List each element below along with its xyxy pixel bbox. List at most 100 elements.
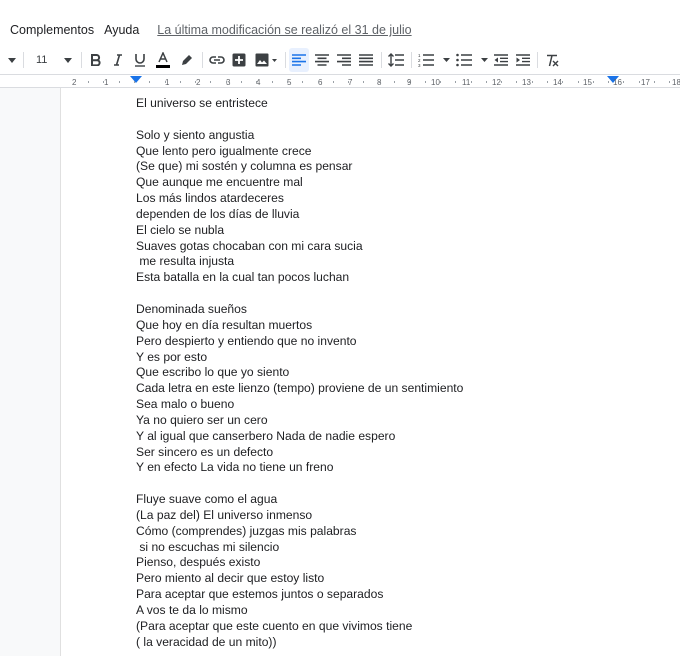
document-line: Ya no quiero ser un cero xyxy=(136,412,268,427)
ruler-minor-tick xyxy=(669,81,670,83)
document-line: Pero despierto y entiendo que no invento xyxy=(136,333,357,348)
ruler-minor-tick xyxy=(241,81,242,83)
last-edit-link[interactable]: La última modificación se realizó el 31 … xyxy=(157,23,411,37)
align-center-icon[interactable] xyxy=(312,48,332,72)
ruler-minor-tick xyxy=(180,81,181,83)
link-icon[interactable] xyxy=(207,48,227,72)
insert-image-icon[interactable] xyxy=(252,48,280,72)
ruler-tick-label: 18 xyxy=(672,78,680,87)
insert-comment-icon[interactable] xyxy=(230,48,248,72)
ruler-minor-tick xyxy=(165,81,166,83)
clear-formatting-icon[interactable] xyxy=(542,48,562,72)
ruler-minor-tick xyxy=(318,81,319,83)
ruler-minor-tick xyxy=(363,81,364,83)
document-line: Y al igual que canserbero Nada de nadie … xyxy=(136,428,396,443)
ruler-minor-tick xyxy=(532,81,533,83)
ruler-minor-tick xyxy=(608,81,609,83)
ruler-tick-label: 15 xyxy=(583,78,592,87)
ruler-minor-tick xyxy=(394,81,395,83)
document-line: Solo y siento angustia xyxy=(136,127,255,142)
bold-icon[interactable] xyxy=(88,48,104,72)
ruler-minor-tick xyxy=(226,81,227,83)
decrease-indent-icon[interactable] xyxy=(492,48,510,72)
ruler-tick-label: 16 xyxy=(613,78,622,87)
document-line: El universo se entristece xyxy=(136,96,268,110)
toolbar-divider xyxy=(381,52,382,68)
ruler-minor-tick xyxy=(210,81,211,83)
toolbar-divider xyxy=(202,52,203,68)
ruler-tick-label: 10 xyxy=(431,78,440,87)
ruler-tick-label: 1 xyxy=(104,78,109,87)
ruler-minor-tick xyxy=(379,81,380,83)
bulleted-list-icon[interactable] xyxy=(456,48,488,72)
document-body[interactable]: El universo se entristece Solo y siento a… xyxy=(136,96,463,651)
ruler-minor-tick xyxy=(516,81,517,83)
document-line xyxy=(136,476,463,492)
align-justify-icon[interactable] xyxy=(356,48,376,72)
document-line: Que lento pero igualmente crece xyxy=(136,143,312,158)
ruler-minor-tick xyxy=(654,81,655,83)
toolbar-divider xyxy=(285,52,286,68)
ruler-minor-tick xyxy=(119,81,120,83)
svg-text:3: 3 xyxy=(418,63,421,67)
numbered-list-icon[interactable]: 123 xyxy=(418,48,450,72)
toolbar-divider xyxy=(81,52,82,68)
toolbar-divider xyxy=(23,52,24,68)
menu-bar: Complementos Ayuda La última modificació… xyxy=(0,0,680,46)
document-line: El cielo se nubla xyxy=(136,222,225,237)
ruler-minor-tick xyxy=(195,81,196,83)
font-size-value: 11 xyxy=(36,54,48,66)
document-line: Los más lindos atardeceres xyxy=(136,191,284,206)
highlight-pen-icon[interactable] xyxy=(178,48,196,72)
document-line: Pienso, después existo xyxy=(136,555,261,570)
ruler-minor-tick xyxy=(256,81,257,83)
ruler-minor-tick xyxy=(348,81,349,83)
ruler-minor-tick xyxy=(302,81,303,83)
menu-ayuda[interactable]: Ayuda xyxy=(100,23,145,37)
ruler-minor-tick xyxy=(88,81,89,83)
document-line xyxy=(136,286,463,302)
ruler-minor-tick xyxy=(287,81,288,83)
document-line: si no escuchas mi silencio xyxy=(136,539,280,554)
document-line: Cada letra en este lienzo (tempo) provie… xyxy=(136,381,464,396)
document-line: (La paz del) El universo inmenso xyxy=(136,507,313,522)
text-color-icon[interactable] xyxy=(154,48,172,72)
document-line: Sea malo o bueno xyxy=(136,397,235,412)
font-size-select[interactable]: 11 xyxy=(28,48,76,72)
underline-icon[interactable] xyxy=(132,48,148,72)
italic-icon[interactable] xyxy=(110,48,126,72)
document-line: (Para aceptar que este cuento en que viv… xyxy=(136,618,413,633)
document-line: Esta batalla en la cual tan pocos luchan xyxy=(136,270,350,285)
document-line: Y es por esto xyxy=(136,349,208,364)
ruler-minor-tick xyxy=(547,81,548,83)
increase-indent-icon[interactable] xyxy=(514,48,532,72)
ruler-minor-tick xyxy=(455,81,456,83)
ruler-minor-tick xyxy=(623,81,624,83)
ruler[interactable]: 21123456789101112131415161718 xyxy=(0,75,680,88)
left-indent-marker-icon[interactable] xyxy=(130,76,142,84)
ruler-minor-tick xyxy=(486,81,487,83)
document-line: Para aceptar que estemos juntos o separa… xyxy=(136,587,384,602)
document-line: Fluye suave como el agua xyxy=(136,492,278,507)
ruler-minor-tick xyxy=(639,81,640,83)
document-line: Suaves gotas chocaban con mi cara sucia xyxy=(136,238,363,253)
ruler-minor-tick xyxy=(134,81,135,83)
document-line: ( la veracidad de un mito)) xyxy=(136,634,277,649)
ruler-minor-tick xyxy=(440,81,441,83)
document-line: Y en efecto La vida no tiene un freno xyxy=(136,460,334,475)
document-line: Que aunque me encuentre mal xyxy=(136,175,303,190)
document-line: Que hoy en día resultan muertos xyxy=(136,317,313,332)
document-line: Cómo (comprendes) juzgas mis palabras xyxy=(136,523,357,538)
document-line: me resulta injusta xyxy=(136,254,235,269)
ruler-minor-tick xyxy=(103,81,104,83)
ruler-tick-label: 2 xyxy=(196,78,201,87)
line-spacing-icon[interactable] xyxy=(386,48,406,72)
align-left-icon[interactable] xyxy=(289,48,309,72)
ruler-minor-tick xyxy=(471,81,472,83)
ruler-minor-tick xyxy=(501,81,502,83)
align-right-icon[interactable] xyxy=(334,48,354,72)
style-dropdown-arrow-icon[interactable] xyxy=(6,48,18,72)
ruler-minor-tick xyxy=(578,81,579,83)
menu-complementos[interactable]: Complementos xyxy=(0,23,100,37)
ruler-tick-label: 13 xyxy=(522,78,531,87)
